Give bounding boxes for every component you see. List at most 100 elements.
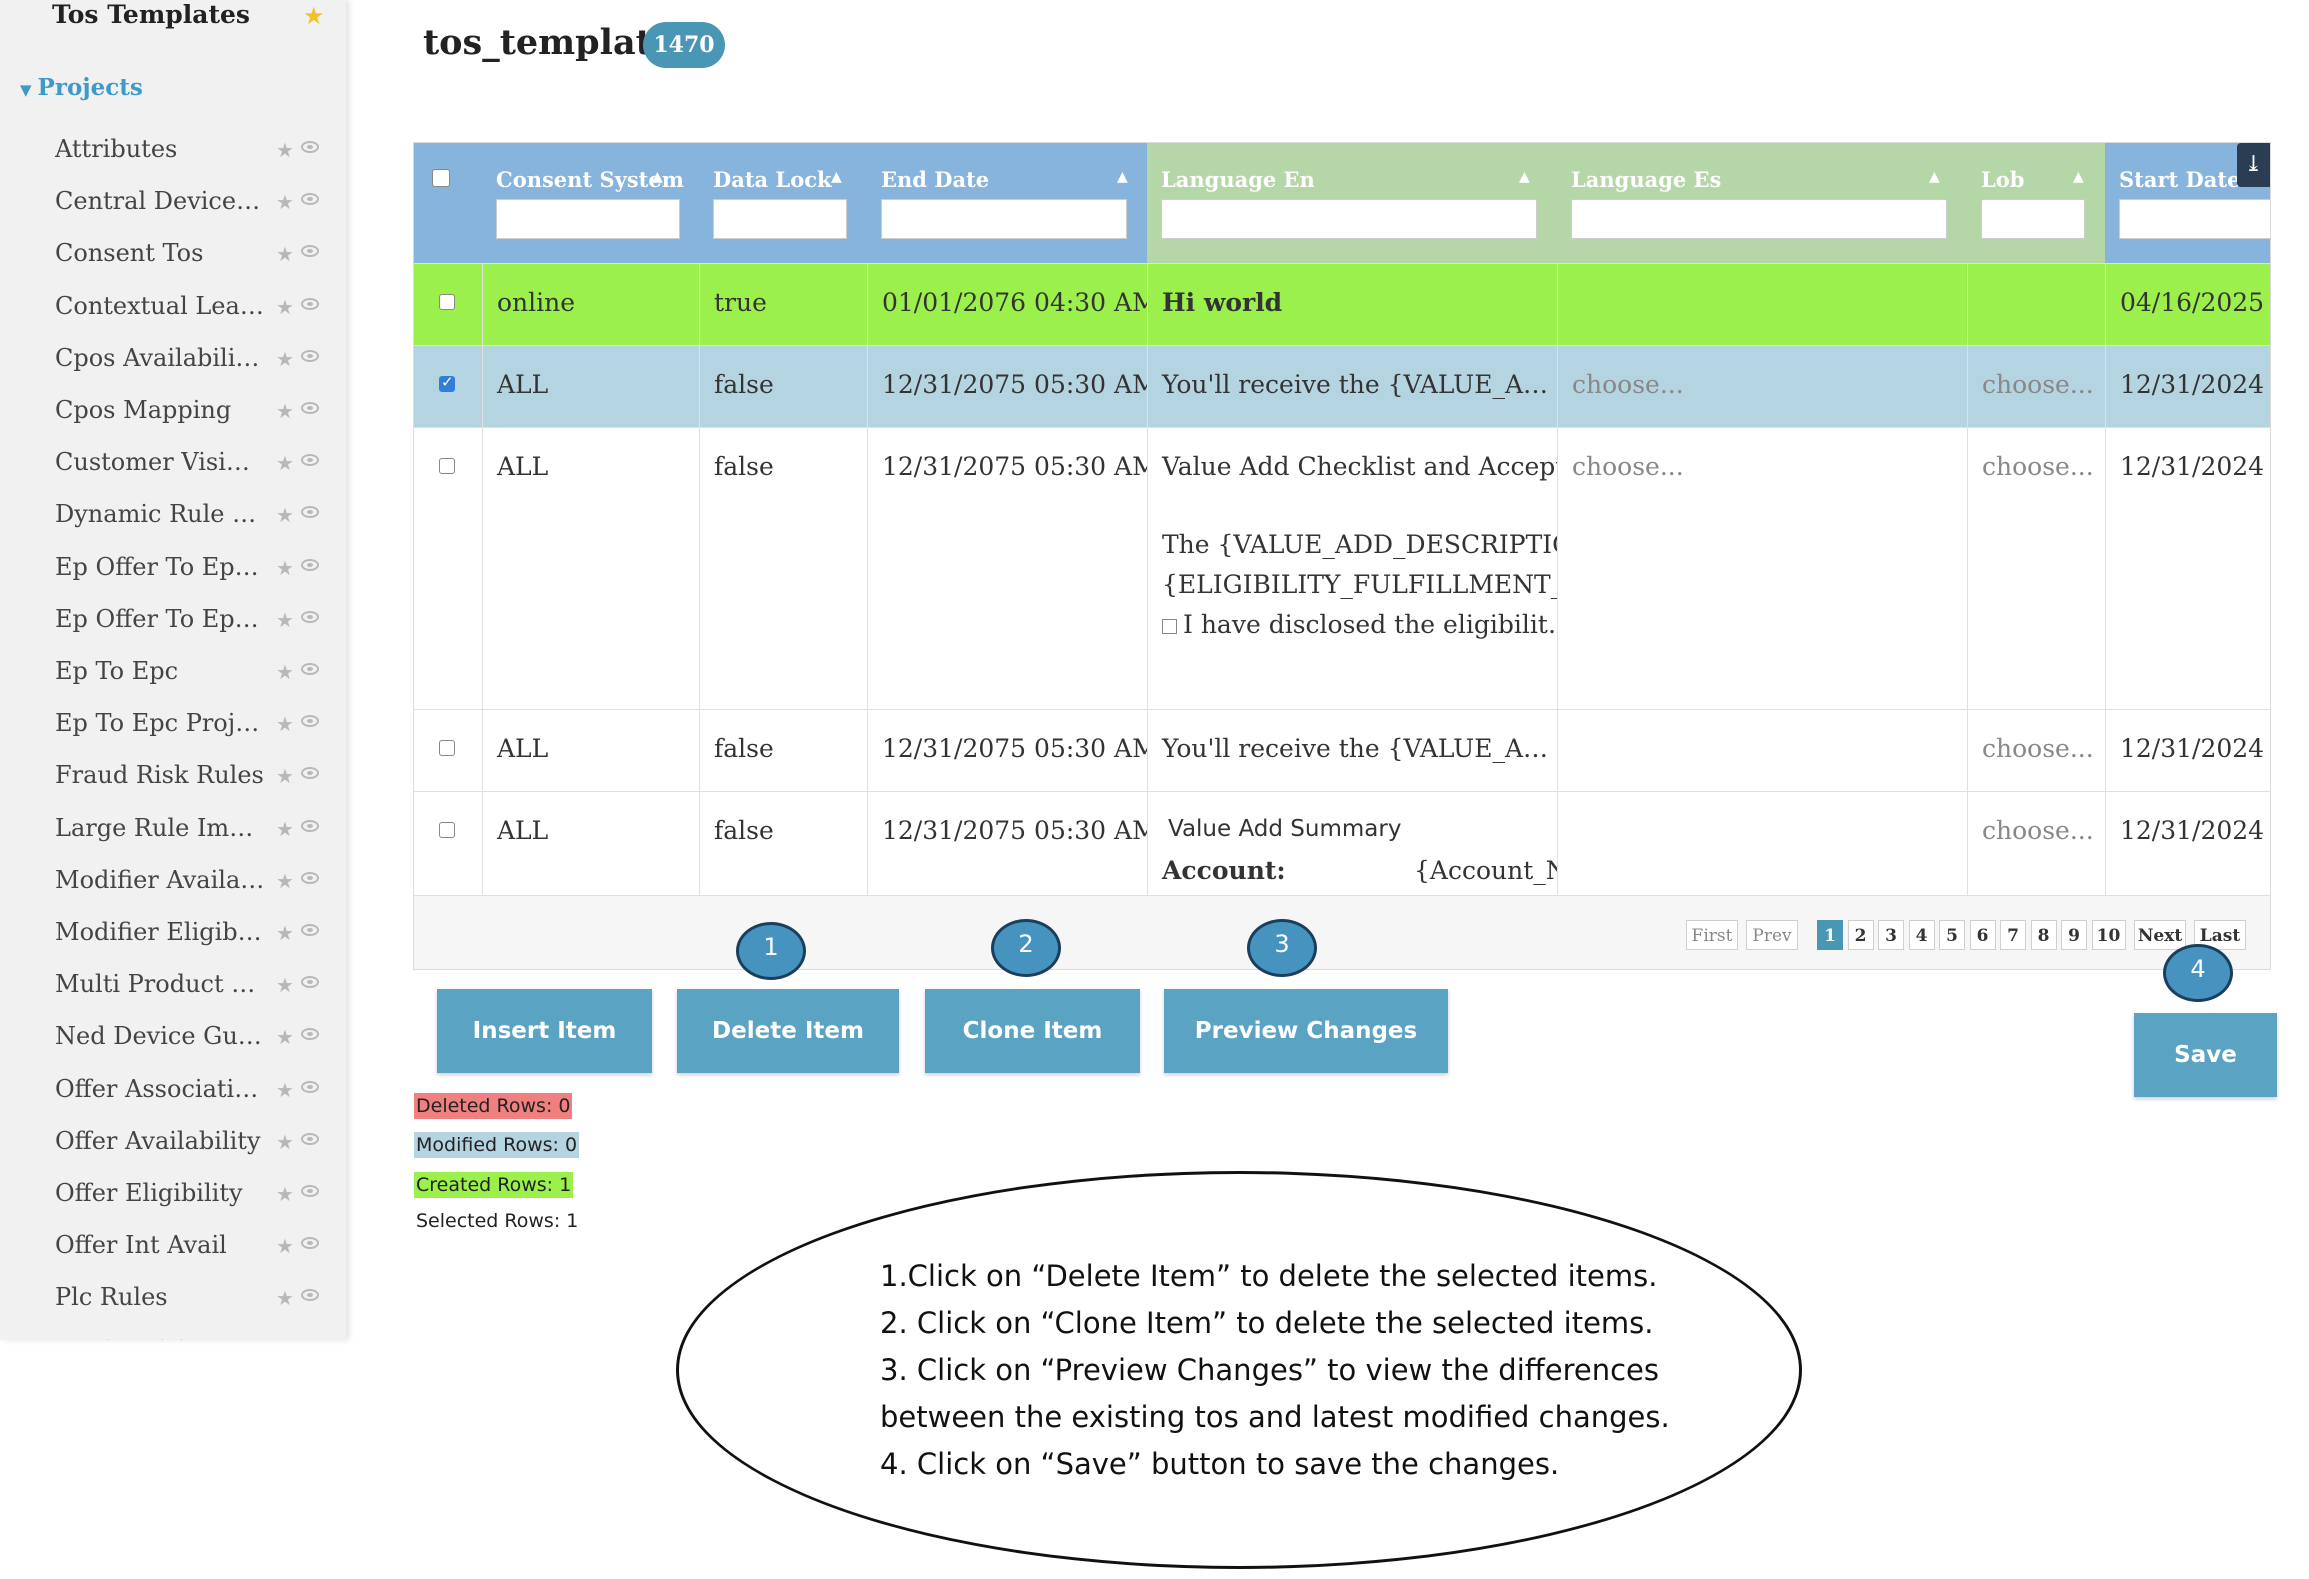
row-checkbox[interactable] (439, 294, 455, 310)
page-number-button[interactable]: 5 (1939, 920, 1965, 950)
download-icon[interactable]: ⤓ (2237, 143, 2270, 187)
language-es-cell[interactable]: choose... (1557, 346, 1967, 427)
consent-system-cell[interactable]: ALL (482, 428, 699, 709)
eye-icon[interactable] (301, 141, 319, 153)
star-icon[interactable]: ★ (276, 295, 294, 319)
sort-icon[interactable]: ▲ (652, 169, 663, 185)
table-row[interactable]: ALL false 12/31/2075 05:30 AM Value Add … (414, 427, 2270, 709)
filter-language-en[interactable] (1161, 199, 1537, 239)
eye-icon[interactable] (301, 558, 319, 571)
sidebar-item[interactable]: Ep Offer To Epc … ★ (55, 605, 345, 657)
save-button[interactable]: Save (2134, 1013, 2277, 1097)
page-number-button[interactable]: 1 (1817, 920, 1843, 950)
page-number-button[interactable]: 8 (2030, 920, 2057, 950)
end-date-cell[interactable]: 12/31/2075 05:30 AM (867, 792, 1147, 895)
filter-lob[interactable] (1981, 199, 2085, 239)
filter-language-es[interactable] (1571, 199, 1947, 239)
data-lock-cell[interactable]: false (699, 792, 867, 895)
sort-icon[interactable]: ▲ (1117, 169, 1128, 185)
table-row[interactable]: ALL false 12/31/2075 05:30 AM Value Add … (414, 791, 2270, 895)
star-icon[interactable]: ★ (276, 1025, 294, 1049)
eye-icon[interactable] (301, 1185, 319, 1197)
sidebar-item[interactable]: Ep Offer To Epc … ★ (55, 553, 345, 605)
page-number-button[interactable]: 7 (2000, 920, 2026, 950)
eye-icon[interactable] (301, 715, 319, 728)
eye-icon[interactable] (301, 871, 319, 884)
eye-icon[interactable] (301, 1132, 319, 1145)
sidebar-item[interactable]: Offer Associatio… ★ (55, 1075, 345, 1127)
sidebar-item[interactable]: Offer Availability ★ (55, 1127, 345, 1179)
page-number-button[interactable]: 2 (1847, 920, 1874, 950)
star-icon[interactable]: ★ (276, 399, 294, 423)
page-next-button[interactable]: Next (2134, 920, 2186, 950)
page-number-button[interactable]: 10 (2091, 920, 2126, 950)
table-row[interactable]: ALL false 12/31/2075 05:30 AM You'll rec… (414, 709, 2270, 791)
star-icon[interactable]: ★ (276, 869, 294, 893)
star-icon[interactable]: ★ (276, 242, 294, 266)
clone-item-button[interactable]: Clone Item (925, 989, 1140, 1073)
star-icon[interactable]: ★ (276, 1078, 294, 1102)
eye-icon[interactable] (301, 976, 319, 989)
star-icon[interactable]: ★ (276, 973, 294, 997)
table-row[interactable]: ALL false 12/31/2075 05:30 AM You'll rec… (414, 345, 2270, 427)
eye-icon[interactable] (301, 1028, 319, 1041)
star-icon[interactable]: ★ (276, 660, 294, 684)
row-checkbox[interactable] (439, 822, 455, 838)
sidebar-item[interactable]: Ned Device Gui… ★ (55, 1022, 345, 1074)
star-icon[interactable]: ★ (276, 1130, 294, 1154)
end-date-cell[interactable]: 01/01/2076 04:30 AM (867, 264, 1147, 345)
page-number-button[interactable]: 6 (1969, 920, 1996, 950)
data-lock-cell[interactable]: false (699, 428, 867, 709)
star-icon[interactable]: ★ (276, 1339, 294, 1340)
sidebar-item[interactable]: Plc Rules ★ (55, 1283, 345, 1335)
eye-icon[interactable] (301, 1289, 319, 1302)
sidebar-item[interactable]: Consent Tos ★ (55, 239, 345, 291)
page-prev-button[interactable]: Prev (1746, 920, 1798, 950)
eye-icon[interactable] (301, 402, 319, 414)
star-icon[interactable]: ★ (276, 764, 294, 788)
lob-cell[interactable] (1967, 264, 2105, 345)
start-date-cell[interactable]: 12/31/2024 05 (2105, 346, 2270, 427)
table-row[interactable]: online true 01/01/2076 04:30 AM Hi world… (414, 263, 2270, 345)
end-date-cell[interactable]: 12/31/2075 05:30 AM (867, 346, 1147, 427)
start-date-cell[interactable]: 12/31/2024 05 (2105, 428, 2270, 709)
row-checkbox[interactable] (439, 458, 455, 474)
row-checkbox[interactable] (439, 373, 455, 392)
eye-icon[interactable] (301, 767, 319, 780)
header-language-en[interactable]: Language En ▲ (1147, 143, 1557, 263)
eye-icon[interactable] (301, 454, 319, 467)
sidebar-item[interactable]: Multi Product Di… ★ (55, 970, 345, 1022)
page-number-button[interactable]: 3 (1878, 920, 1904, 950)
star-icon[interactable]: ★ (276, 556, 294, 580)
sidebar-item[interactable]: Central Device … ★ (55, 187, 345, 239)
lob-cell[interactable]: choose... (1967, 792, 2105, 895)
sidebar-item[interactable]: Fraud Risk Rules ★ (55, 761, 345, 813)
eye-icon[interactable] (301, 610, 319, 623)
eye-icon[interactable] (301, 1080, 319, 1093)
select-all-checkbox[interactable] (432, 169, 450, 187)
star-icon[interactable]: ★ (276, 608, 294, 632)
preview-changes-button[interactable]: Preview Changes (1164, 989, 1448, 1073)
projects-section-toggle[interactable]: ▼ Projects (20, 74, 143, 101)
language-es-cell[interactable] (1557, 792, 1967, 895)
eye-icon[interactable] (301, 297, 319, 310)
language-en-cell[interactable]: Hi world (1147, 264, 1557, 345)
lob-cell[interactable]: choose... (1967, 346, 2105, 427)
row-checkbox[interactable] (439, 740, 455, 756)
eye-icon[interactable] (301, 924, 319, 936)
consent-system-cell[interactable]: ALL (482, 792, 699, 895)
sidebar-item[interactable]: Customer Visibility ★ (55, 448, 345, 500)
sidebar-item[interactable]: Pro inquiries ★ (55, 1336, 345, 1340)
eye-icon[interactable] (301, 193, 319, 206)
header-data-lock[interactable]: Data Lock ▲ (699, 143, 867, 263)
eye-icon[interactable] (301, 1237, 319, 1250)
language-en-cell[interactable]: You'll receive the {VALUE_A… (1147, 346, 1557, 427)
sort-icon[interactable]: ▲ (1519, 169, 1530, 185)
filter-start-date[interactable] (2119, 199, 2270, 239)
star-icon[interactable]: ★ (276, 712, 294, 736)
sidebar-item[interactable]: Ep To Epc Project ★ (55, 709, 345, 761)
language-en-cell[interactable]: You'll receive the {VALUE_A… (1147, 710, 1557, 791)
star-icon[interactable]: ★ (276, 190, 294, 214)
sidebar-item[interactable]: Attributes ★ (55, 135, 345, 187)
data-lock-cell[interactable]: true (699, 264, 867, 345)
